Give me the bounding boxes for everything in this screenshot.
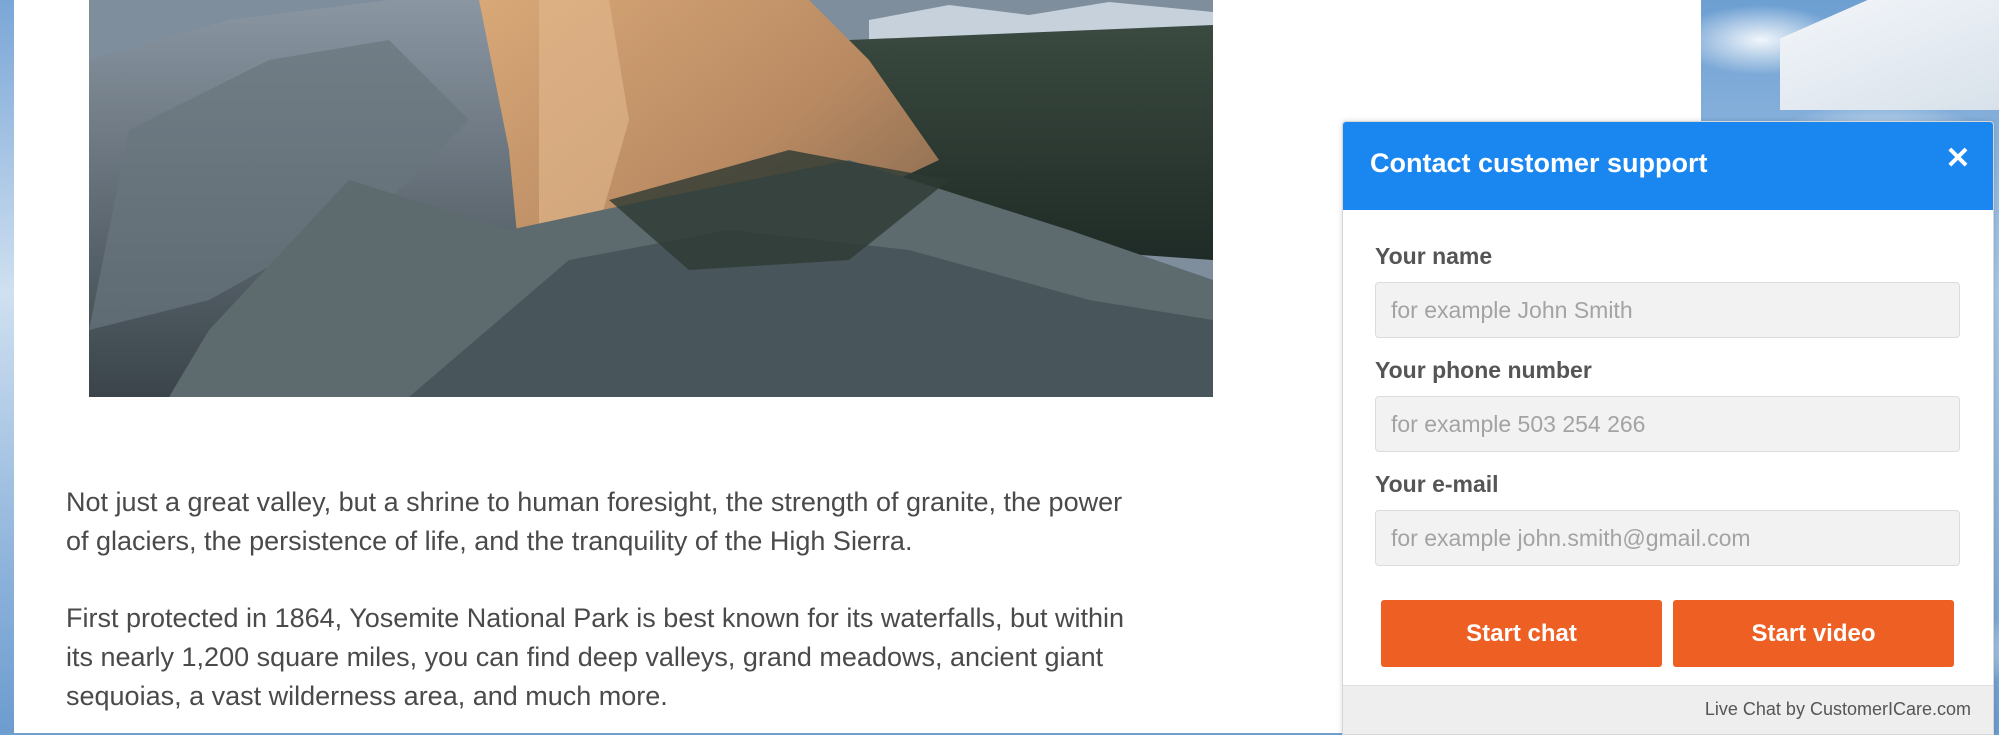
start-chat-button[interactable]: Start chat <box>1381 600 1662 667</box>
phone-label: Your phone number <box>1375 357 1592 383</box>
name-label: Your name <box>1375 243 1493 269</box>
phone-input[interactable] <box>1375 396 1960 452</box>
contact-support-widget: Contact customer support ✕ Your name You… <box>1342 121 1994 735</box>
name-input[interactable] <box>1375 282 1960 338</box>
widget-header: Contact customer support ✕ <box>1343 122 1993 210</box>
powered-by-link[interactable]: Live Chat by CustomerICare.com <box>1705 699 1971 720</box>
close-icon[interactable]: ✕ <box>1941 142 1975 176</box>
email-input[interactable] <box>1375 510 1960 566</box>
widget-footer: Live Chat by CustomerICare.com <box>1343 685 1993 734</box>
email-label: Your e-mail <box>1375 471 1499 497</box>
article-paragraph-2: First protected in 1864, Yosemite Nation… <box>66 603 1125 711</box>
background-sky-left <box>0 0 14 733</box>
yosemite-hero-image <box>89 0 1213 397</box>
start-video-button[interactable]: Start video <box>1673 600 1954 667</box>
widget-title: Contact customer support <box>1370 148 1708 178</box>
article-paragraph-1: Not just a great valley, but a shrine to… <box>66 487 1123 556</box>
